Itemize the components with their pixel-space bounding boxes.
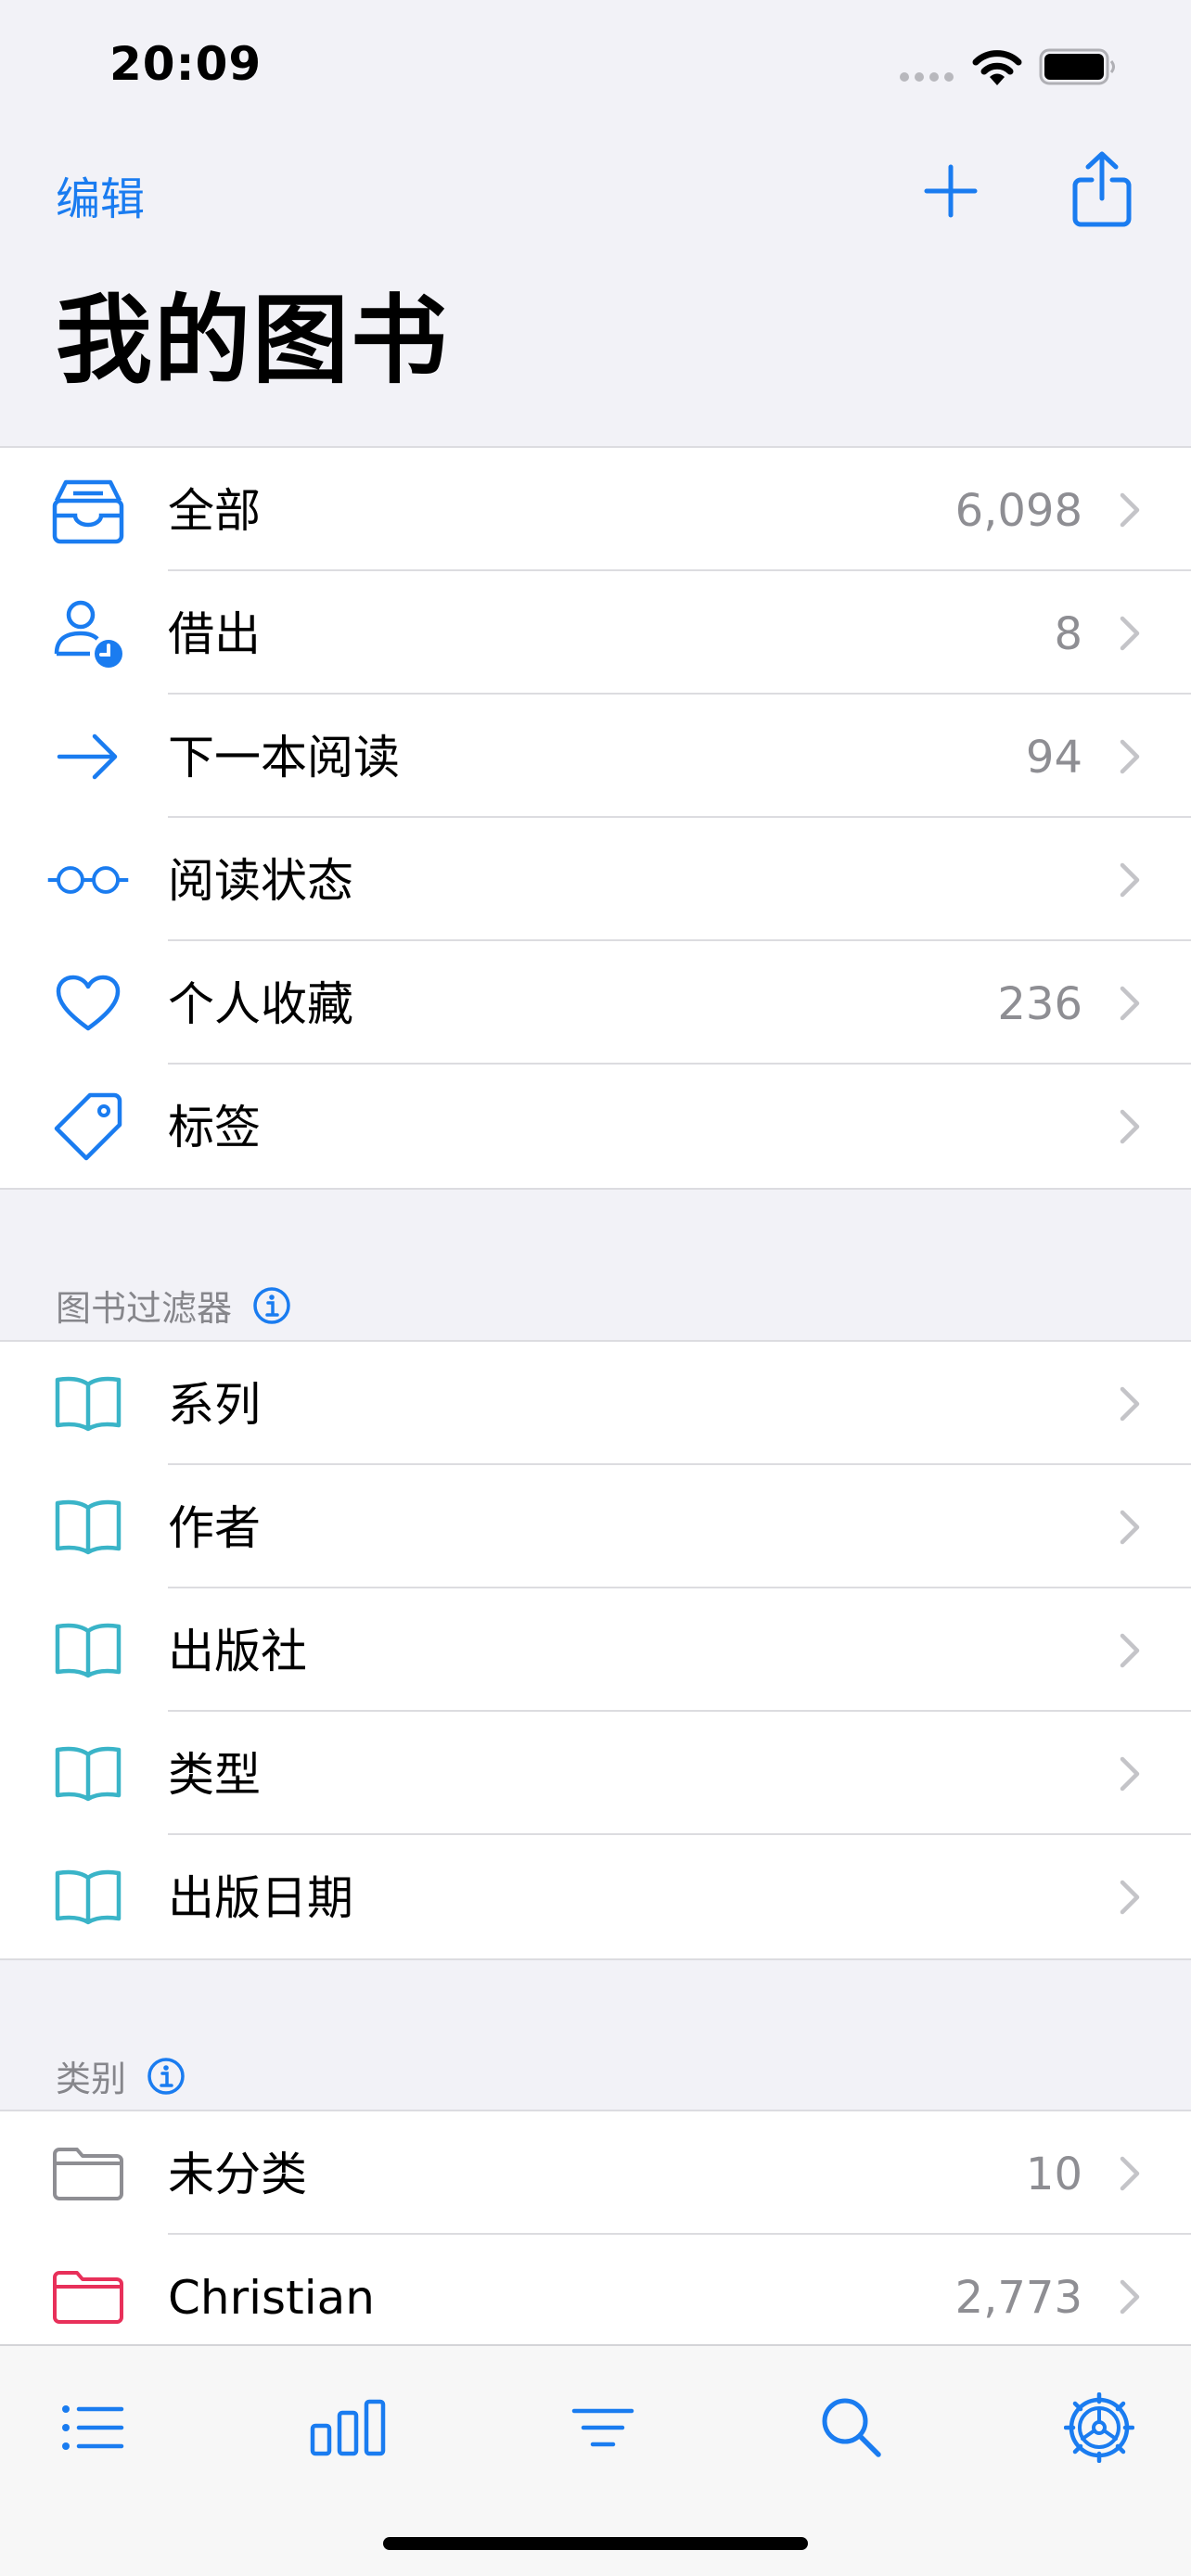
section-header-filters: 图书过滤器 bbox=[56, 1280, 291, 1331]
list-item-label: 下一本阅读 bbox=[168, 731, 400, 784]
list-item-count: 8 bbox=[1054, 608, 1082, 660]
list-item-label: 标签 bbox=[168, 1101, 261, 1154]
list-item-reading-status[interactable]: 阅读状态 bbox=[0, 818, 1191, 941]
list-item-label: 个人收藏 bbox=[168, 977, 353, 1031]
book-icon bbox=[55, 1499, 122, 1555]
chevron-right-icon bbox=[1120, 2279, 1140, 2315]
list-item-label: 阅读状态 bbox=[168, 854, 353, 908]
list-item-authors[interactable]: 作者 bbox=[0, 1465, 1191, 1588]
edit-button[interactable]: 编辑 bbox=[56, 162, 145, 227]
tag-icon bbox=[54, 1092, 122, 1161]
filters-list: 系列 作者 出版社 类型 出版日期 bbox=[0, 1340, 1191, 1960]
list-item-tags[interactable]: 标签 bbox=[0, 1065, 1191, 1188]
battery-icon bbox=[1039, 48, 1115, 85]
list-item-uncategorized[interactable]: 未分类 10 bbox=[0, 2111, 1191, 2235]
page-title: 我的图书 bbox=[56, 284, 450, 397]
list-item-label: 作者 bbox=[168, 1501, 261, 1555]
info-icon[interactable] bbox=[147, 2057, 186, 2096]
share-icon[interactable] bbox=[1071, 150, 1133, 228]
chevron-right-icon bbox=[1120, 2156, 1140, 2191]
list-item-count: 6,098 bbox=[954, 485, 1082, 537]
arrow-right-icon bbox=[57, 733, 118, 780]
section-header-label: 类别 bbox=[56, 2059, 127, 2099]
list-item-count: 2,773 bbox=[954, 2272, 1082, 2324]
cellular-signal-icon bbox=[900, 72, 954, 82]
chevron-right-icon bbox=[1120, 739, 1140, 774]
status-bar: 20:09 bbox=[0, 0, 1191, 139]
list-item-publish-date[interactable]: 出版日期 bbox=[0, 1835, 1191, 1958]
chevron-right-icon bbox=[1120, 986, 1140, 1021]
glasses-icon bbox=[47, 866, 129, 894]
list-item-count: 10 bbox=[1025, 2149, 1082, 2200]
chevron-right-icon bbox=[1120, 492, 1140, 528]
chart-icon bbox=[310, 2399, 386, 2456]
section-header-categories: 类别 bbox=[56, 2050, 186, 2101]
tab-settings[interactable] bbox=[1057, 2391, 1141, 2465]
chevron-right-icon bbox=[1120, 1109, 1140, 1144]
tab-filter[interactable] bbox=[561, 2391, 645, 2465]
list-item-label: 出版日期 bbox=[168, 1871, 353, 1925]
folder-icon bbox=[53, 2271, 123, 2324]
folder-icon bbox=[53, 2148, 123, 2200]
wifi-icon bbox=[972, 50, 1022, 85]
book-icon bbox=[55, 1623, 122, 1678]
tab-list[interactable] bbox=[51, 2391, 134, 2465]
list-item-series[interactable]: 系列 bbox=[0, 1342, 1191, 1465]
main-list: 全部 6,098 借出 8 下一本阅读 94 阅读状态 个人收藏 236 标签 bbox=[0, 446, 1191, 1190]
book-icon bbox=[55, 1869, 122, 1925]
app: 20:09 编辑 我的图书 全部 6,098 借出 8 下一本阅读 94 阅读状… bbox=[0, 0, 1191, 2576]
chevron-right-icon bbox=[1120, 616, 1140, 651]
list-item-up-next[interactable]: 下一本阅读 94 bbox=[0, 695, 1191, 818]
tab-search[interactable] bbox=[810, 2391, 893, 2465]
list-item-favorites[interactable]: 个人收藏 236 bbox=[0, 941, 1191, 1065]
list-item-genres[interactable]: 类型 bbox=[0, 1712, 1191, 1835]
book-icon bbox=[55, 1746, 122, 1802]
status-time: 20:09 bbox=[109, 37, 263, 91]
list-item-label: 出版社 bbox=[168, 1625, 307, 1678]
chevron-right-icon bbox=[1120, 1756, 1140, 1792]
heart-icon bbox=[56, 975, 121, 1031]
home-indicator bbox=[383, 2537, 808, 2550]
list-icon bbox=[62, 2405, 124, 2450]
list-item-label: 全部 bbox=[168, 484, 261, 538]
search-icon bbox=[822, 2398, 881, 2457]
filter-icon bbox=[571, 2408, 634, 2447]
chevron-right-icon bbox=[1120, 1880, 1140, 1915]
info-icon[interactable] bbox=[252, 1286, 291, 1325]
list-item-count: 236 bbox=[997, 978, 1082, 1030]
chevron-right-icon bbox=[1120, 1510, 1140, 1545]
section-header-label: 图书过滤器 bbox=[56, 1288, 233, 1329]
tab-statistics[interactable] bbox=[306, 2391, 390, 2465]
list-item-publishers[interactable]: 出版社 bbox=[0, 1588, 1191, 1712]
list-item-christian[interactable]: Christian 2,773 bbox=[0, 2235, 1191, 2344]
list-item-count: 94 bbox=[1025, 732, 1082, 784]
list-item-all[interactable]: 全部 6,098 bbox=[0, 448, 1191, 571]
list-item-label: 借出 bbox=[168, 607, 261, 661]
list-item-borrowed[interactable]: 借出 8 bbox=[0, 571, 1191, 695]
person-clock-icon bbox=[54, 600, 122, 668]
list-item-label: 类型 bbox=[168, 1748, 261, 1802]
add-icon[interactable] bbox=[923, 163, 979, 219]
list-item-label: Christian bbox=[168, 2271, 375, 2325]
tray-icon bbox=[52, 479, 124, 544]
chevron-right-icon bbox=[1120, 862, 1140, 898]
chevron-right-icon bbox=[1120, 1633, 1140, 1668]
categories-list: 未分类 10 Christian 2,773 bbox=[0, 2110, 1191, 2344]
list-item-label: 未分类 bbox=[168, 2148, 307, 2201]
list-item-label: 系列 bbox=[168, 1378, 261, 1432]
settings-icon bbox=[1064, 2392, 1134, 2463]
book-icon bbox=[55, 1376, 122, 1432]
chevron-right-icon bbox=[1120, 1386, 1140, 1422]
